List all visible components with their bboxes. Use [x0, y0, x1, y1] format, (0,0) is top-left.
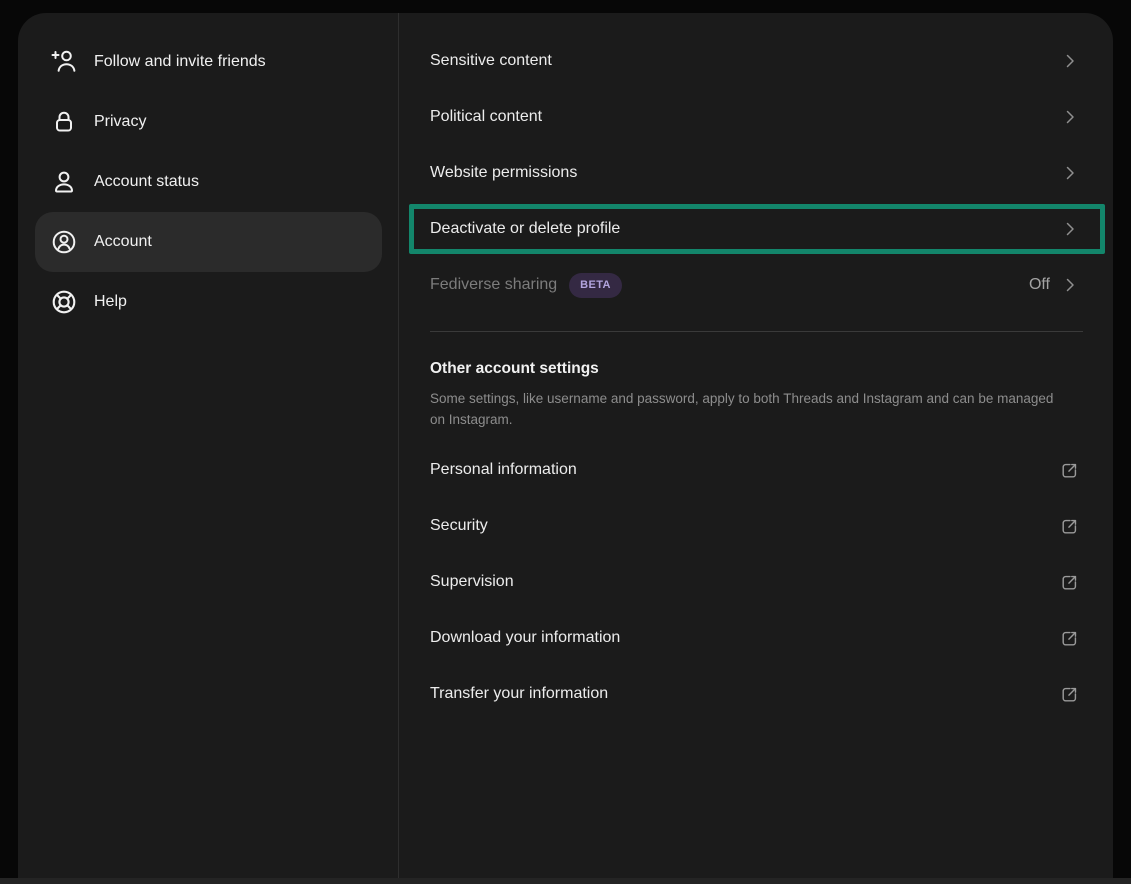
row-label: Website permissions: [430, 164, 1060, 182]
chevron-right-icon: [1060, 219, 1080, 239]
row-label: Political content: [430, 108, 1060, 126]
person-circle-icon: [51, 229, 77, 255]
sidebar-item-account[interactable]: Account: [35, 212, 382, 272]
person-add-icon: [51, 49, 77, 75]
chevron-right-icon: [1060, 163, 1080, 183]
person-icon: [51, 169, 77, 195]
external-link-icon: [1059, 628, 1080, 649]
row-value: Off: [1029, 276, 1050, 294]
row-supervision[interactable]: Supervision: [399, 554, 1113, 610]
sidebar-item-label: Follow and invite friends: [94, 53, 266, 71]
row-sensitive-content[interactable]: Sensitive content: [399, 33, 1113, 89]
row-download-your-information[interactable]: Download your information: [399, 610, 1113, 666]
external-link-icon: [1059, 460, 1080, 481]
section-divider: [430, 331, 1083, 332]
sidebar-item-help[interactable]: Help: [35, 272, 382, 332]
lock-icon: [51, 109, 77, 135]
sidebar-item-follow-and-invite-friends[interactable]: Follow and invite friends: [35, 32, 382, 92]
sidebar-item-privacy[interactable]: Privacy: [35, 92, 382, 152]
row-website-permissions[interactable]: Website permissions: [399, 145, 1113, 201]
external-link-icon: [1059, 572, 1080, 593]
row-label: Personal information: [430, 461, 1059, 479]
row-label: Download your information: [430, 629, 1059, 647]
row-label: Supervision: [430, 573, 1059, 591]
section-description: Some settings, like username and passwor…: [430, 388, 1062, 430]
row-deactivate-or-delete-profile[interactable]: Deactivate or delete profile: [399, 201, 1113, 257]
row-label: Transfer your information: [430, 685, 1059, 703]
account-settings-content: Sensitive content Political content Webs…: [399, 13, 1113, 884]
sidebar-item-account-status[interactable]: Account status: [35, 152, 382, 212]
sidebar-item-label: Account: [94, 233, 152, 251]
row-political-content[interactable]: Political content: [399, 89, 1113, 145]
lifebuoy-icon: [51, 289, 77, 315]
external-link-icon: [1059, 516, 1080, 537]
sidebar-item-label: Privacy: [94, 113, 146, 131]
sidebar-item-label: Account status: [94, 173, 199, 191]
section-title: Other account settings: [430, 360, 1080, 378]
window-bottom-edge: [0, 878, 1131, 884]
row-fediverse-sharing[interactable]: Fediverse sharing BETA Off: [399, 257, 1113, 313]
beta-badge: BETA: [569, 273, 622, 298]
chevron-right-icon: [1060, 275, 1080, 295]
row-label: Sensitive content: [430, 52, 1060, 70]
row-label: Deactivate or delete profile: [430, 220, 1060, 238]
row-personal-information[interactable]: Personal information: [399, 442, 1113, 498]
settings-sidebar: Follow and invite friends Privacy Accoun…: [18, 13, 398, 884]
row-transfer-your-information[interactable]: Transfer your information: [399, 666, 1113, 722]
row-security[interactable]: Security: [399, 498, 1113, 554]
external-link-icon: [1059, 684, 1080, 705]
row-label: Fediverse sharing: [430, 276, 557, 294]
sidebar-item-label: Help: [94, 293, 127, 311]
chevron-right-icon: [1060, 51, 1080, 71]
settings-window: Follow and invite friends Privacy Accoun…: [18, 13, 1113, 884]
external-settings-list: Personal information Security: [399, 442, 1113, 722]
chevron-right-icon: [1060, 107, 1080, 127]
row-label: Security: [430, 517, 1059, 535]
